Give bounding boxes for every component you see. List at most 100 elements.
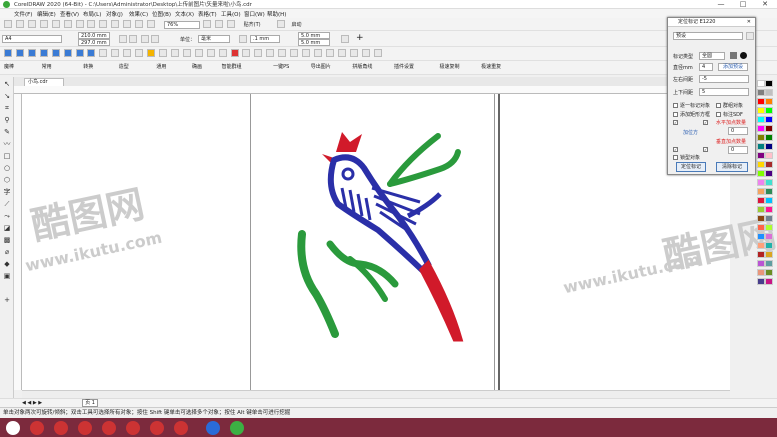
taskbar-app-4-icon[interactable] bbox=[102, 421, 116, 435]
group-object-option[interactable]: 群组对象 bbox=[716, 102, 743, 109]
single-mark-checkbox[interactable] bbox=[673, 103, 678, 108]
add-tool-icon[interactable]: + bbox=[2, 295, 12, 305]
lock-object-checkbox[interactable] bbox=[673, 155, 678, 160]
imposition-marks-button[interactable]: 拼版角线 bbox=[352, 61, 392, 74]
landscape-icon[interactable] bbox=[129, 35, 137, 43]
palette-swatch[interactable] bbox=[757, 98, 765, 105]
document-tab[interactable]: 小鸟.cdr bbox=[24, 78, 64, 86]
plugin-12-icon[interactable] bbox=[135, 49, 144, 57]
mark-color-swatch[interactable] bbox=[730, 52, 737, 59]
h-check-checkbox[interactable]: ✓ bbox=[673, 120, 678, 125]
palette-swatch[interactable] bbox=[765, 80, 773, 87]
palette-swatch[interactable] bbox=[757, 89, 765, 96]
taskbar-app-8-icon[interactable] bbox=[206, 421, 220, 435]
smart-fill-icon[interactable]: ▣ bbox=[2, 271, 12, 281]
palette-swatch[interactable] bbox=[757, 278, 765, 285]
palette-swatch[interactable] bbox=[765, 197, 773, 204]
v-check-checkbox-2[interactable]: ✓ bbox=[703, 147, 708, 152]
start-icon[interactable] bbox=[6, 421, 20, 435]
plugin-2-icon[interactable] bbox=[15, 49, 24, 57]
v-check-option[interactable]: ✓ bbox=[673, 147, 680, 153]
palette-swatch[interactable] bbox=[757, 152, 765, 159]
open-icon[interactable] bbox=[15, 20, 24, 28]
taskbar-app-6-icon[interactable] bbox=[150, 421, 164, 435]
palette-swatch[interactable] bbox=[757, 242, 765, 249]
position-mark-button[interactable]: 定位标记 bbox=[676, 162, 706, 172]
plugin-30-icon[interactable] bbox=[349, 49, 358, 57]
new-icon[interactable] bbox=[4, 20, 12, 28]
taskbar-app-2-icon[interactable] bbox=[54, 421, 68, 435]
palette-swatch[interactable] bbox=[765, 260, 773, 267]
menu-bitmap[interactable]: 位图(B) bbox=[152, 10, 175, 18]
plugin-32-icon[interactable] bbox=[373, 49, 382, 57]
rectangle-tool-icon[interactable]: □ bbox=[2, 151, 12, 161]
palette-swatch[interactable] bbox=[757, 260, 765, 267]
taskbar-wechat-icon[interactable] bbox=[230, 421, 244, 435]
plugin-27-icon[interactable] bbox=[313, 49, 322, 57]
taskbar-app-3-icon[interactable] bbox=[78, 421, 92, 435]
menu-edit[interactable]: 编辑(E) bbox=[37, 10, 60, 18]
plugin-1-icon[interactable] bbox=[4, 49, 12, 57]
plugin-5-icon[interactable] bbox=[51, 49, 60, 57]
palette-swatch[interactable] bbox=[765, 152, 773, 159]
portrait-icon[interactable] bbox=[119, 35, 127, 43]
dialog-close-icon[interactable]: ✕ bbox=[747, 18, 751, 27]
plugin-24-icon[interactable] bbox=[278, 49, 287, 57]
palette-swatch[interactable] bbox=[765, 179, 773, 186]
palette-swatch[interactable] bbox=[757, 269, 765, 276]
plugin-13-icon[interactable] bbox=[147, 49, 156, 57]
palette-swatch[interactable] bbox=[757, 233, 765, 240]
v-check-option-2[interactable]: ✓ bbox=[703, 147, 710, 153]
publish-pdf-icon[interactable] bbox=[147, 20, 156, 28]
plugin-28-icon[interactable] bbox=[325, 49, 334, 57]
plugin-8-icon[interactable] bbox=[87, 49, 96, 57]
launch-button[interactable]: 启动 bbox=[292, 21, 312, 28]
grid-icon[interactable] bbox=[226, 20, 235, 28]
palette-swatch[interactable] bbox=[765, 161, 773, 168]
vertical-ruler[interactable] bbox=[14, 94, 22, 390]
palette-swatch[interactable] bbox=[765, 278, 773, 285]
palette-swatch[interactable] bbox=[757, 125, 765, 132]
page-width-field[interactable]: 210.0 mm bbox=[78, 32, 110, 39]
menu-effects[interactable]: 效果(C) bbox=[129, 10, 152, 18]
snap-to-button[interactable]: 贴齐(T) bbox=[244, 21, 274, 28]
palette-swatch[interactable] bbox=[765, 143, 773, 150]
general-button[interactable]: 通用 bbox=[156, 61, 190, 74]
h-check-option[interactable]: ✓ bbox=[673, 120, 680, 126]
current-page-icon[interactable] bbox=[151, 35, 159, 43]
menu-view[interactable]: 查看(V) bbox=[60, 10, 83, 18]
palette-swatch[interactable] bbox=[757, 215, 765, 222]
palette-swatch[interactable] bbox=[765, 98, 773, 105]
plugin-6-icon[interactable] bbox=[63, 49, 72, 57]
add-preset-button[interactable]: 添加预设 bbox=[718, 63, 748, 71]
palette-swatch[interactable] bbox=[765, 233, 773, 240]
taskbar-app-7-icon[interactable] bbox=[174, 421, 188, 435]
palette-swatch[interactable] bbox=[757, 188, 765, 195]
palette-swatch[interactable] bbox=[765, 107, 773, 114]
h-check-checkbox-2[interactable]: ✓ bbox=[703, 120, 708, 125]
v-add-count-field[interactable]: 0 bbox=[728, 146, 748, 154]
palette-swatch[interactable] bbox=[757, 143, 765, 150]
plugin-14-icon[interactable] bbox=[158, 49, 167, 57]
page-1-tab[interactable]: 页 1 bbox=[82, 399, 98, 407]
plugin-11-icon[interactable] bbox=[123, 49, 132, 57]
v-check-checkbox[interactable]: ✓ bbox=[673, 147, 678, 152]
add-icon[interactable]: + bbox=[356, 33, 364, 43]
plugin-9-icon[interactable] bbox=[99, 49, 108, 57]
magic-wand-button[interactable]: 魔棒 bbox=[4, 61, 40, 74]
save-icon[interactable] bbox=[27, 20, 36, 28]
pick-tool-icon[interactable]: ↖ bbox=[2, 79, 12, 89]
zoom-field[interactable]: 76% bbox=[163, 20, 200, 29]
palette-swatch[interactable] bbox=[765, 251, 773, 258]
diameter-field[interactable]: 4 bbox=[699, 63, 713, 71]
palette-swatch[interactable] bbox=[765, 170, 773, 177]
preset-folder-icon[interactable] bbox=[746, 32, 754, 40]
rulers-icon[interactable] bbox=[214, 20, 223, 28]
plugin-23-icon[interactable] bbox=[266, 49, 275, 57]
menu-layout[interactable]: 布局(L) bbox=[83, 10, 106, 18]
page-size-select[interactable]: A4 bbox=[2, 35, 62, 43]
page-nav-arrows[interactable]: ◀ ◀ ▶ ▶ bbox=[22, 400, 42, 406]
clear-mark-button[interactable]: 清除标记 bbox=[716, 162, 748, 172]
group-object-checkbox[interactable] bbox=[716, 103, 721, 108]
palette-swatch[interactable] bbox=[765, 242, 773, 249]
